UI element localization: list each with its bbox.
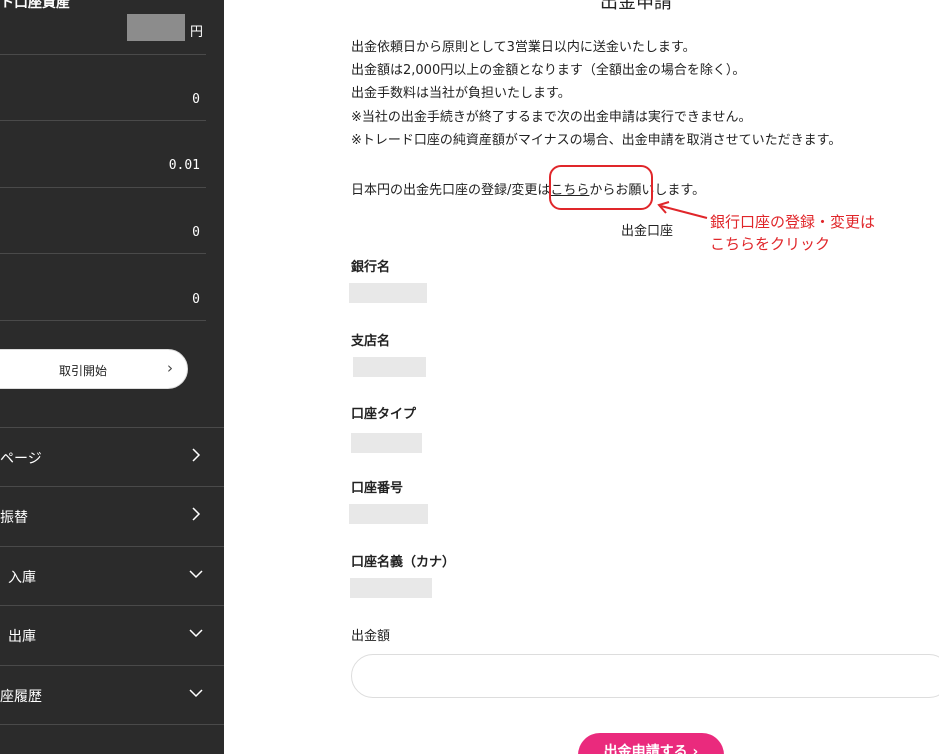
asset-value: 0 bbox=[192, 92, 200, 107]
notice-line: 出金額は2,000円以上の金額となります（全額出金の場合を除く）。 bbox=[351, 63, 746, 78]
start-trading-button[interactable]: 取引開始 › bbox=[0, 349, 188, 389]
sidebar-item-label: 入庫 bbox=[8, 570, 36, 586]
annotation-line: こちらをクリック bbox=[710, 235, 831, 253]
chevron-down-icon bbox=[189, 629, 203, 638]
sidebar-item-page[interactable]: ページ bbox=[0, 427, 224, 486]
sidebar-item-label: 座履歴 bbox=[0, 689, 42, 705]
annotation-line: 銀行口座の登録・変更は bbox=[710, 213, 876, 231]
sidebar-item-label: 振替 bbox=[0, 510, 28, 526]
bank-name-label: 銀行名 bbox=[351, 260, 391, 275]
bank-name-value bbox=[349, 283, 427, 303]
notice-line: ※当社の出金手続きが終了するまで次の出金申請は実行できません。 bbox=[351, 110, 752, 125]
asset-row: 0 bbox=[0, 254, 206, 321]
sidebar-item-deposit[interactable]: 入庫 bbox=[0, 546, 224, 605]
sidebar: ト口座資産 円 0 0.01 0 0 取引開始 › ページ 振替 入庫 出庫 座… bbox=[0, 0, 224, 754]
sidebar-item-history[interactable]: 座履歴 bbox=[0, 665, 224, 725]
asset-row: 0 bbox=[0, 55, 206, 121]
sidebar-item-withdrawal[interactable]: 出庫 bbox=[0, 605, 224, 664]
account-type-value bbox=[351, 433, 422, 453]
asset-row: 0.01 bbox=[0, 121, 206, 188]
submit-withdrawal-button[interactable]: 出金申請する › bbox=[578, 733, 724, 754]
start-trading-label: 取引開始 bbox=[59, 364, 108, 378]
account-number-label: 口座番号 bbox=[351, 481, 404, 496]
sidebar-item-transfer[interactable]: 振替 bbox=[0, 486, 224, 545]
chevron-down-icon bbox=[189, 689, 203, 698]
annotation-text: 銀行口座の登録・変更は こちらをクリック bbox=[710, 211, 930, 255]
account-number-value bbox=[349, 504, 428, 524]
account-holder-label: 口座名義（カナ） bbox=[351, 555, 456, 570]
branch-name-label: 支店名 bbox=[351, 334, 391, 349]
account-type-label: 口座タイプ bbox=[351, 407, 417, 422]
account-holder-value bbox=[350, 578, 432, 598]
asset-value: 0 bbox=[192, 292, 200, 307]
notice-line: 出金依頼日から原則として3営業日以内に送金いたします。 bbox=[351, 40, 696, 55]
chevron-right-icon bbox=[192, 448, 201, 462]
sidebar-item-label: ページ bbox=[0, 451, 42, 467]
notice-line: ※トレード口座の純資産額がマイナスの場合、出金申請を取消させていただきます。 bbox=[351, 133, 842, 148]
asset-value: 0.01 bbox=[168, 158, 200, 173]
register-prefix: 日本円の出金先口座の登録/変更は bbox=[351, 183, 551, 198]
branch-name-value bbox=[353, 357, 426, 377]
asset-row: 0 bbox=[0, 188, 206, 254]
amount-input[interactable] bbox=[351, 654, 939, 698]
chevron-down-icon bbox=[189, 570, 203, 579]
asset-value: 0 bbox=[192, 225, 200, 240]
chevron-right-icon bbox=[192, 507, 201, 521]
sidebar-item-label: 出庫 bbox=[8, 629, 36, 645]
page-title: 出金申請 bbox=[600, 0, 672, 13]
chevron-right-icon: › bbox=[167, 359, 173, 377]
annotation-highlight bbox=[549, 165, 653, 210]
annotation-caption: 出金口座 bbox=[621, 224, 674, 239]
notice-line: 出金手数料は当社が負担いたします。 bbox=[351, 86, 571, 101]
amount-label: 出金額 bbox=[351, 629, 391, 644]
sidebar-row-separator bbox=[0, 0, 206, 55]
